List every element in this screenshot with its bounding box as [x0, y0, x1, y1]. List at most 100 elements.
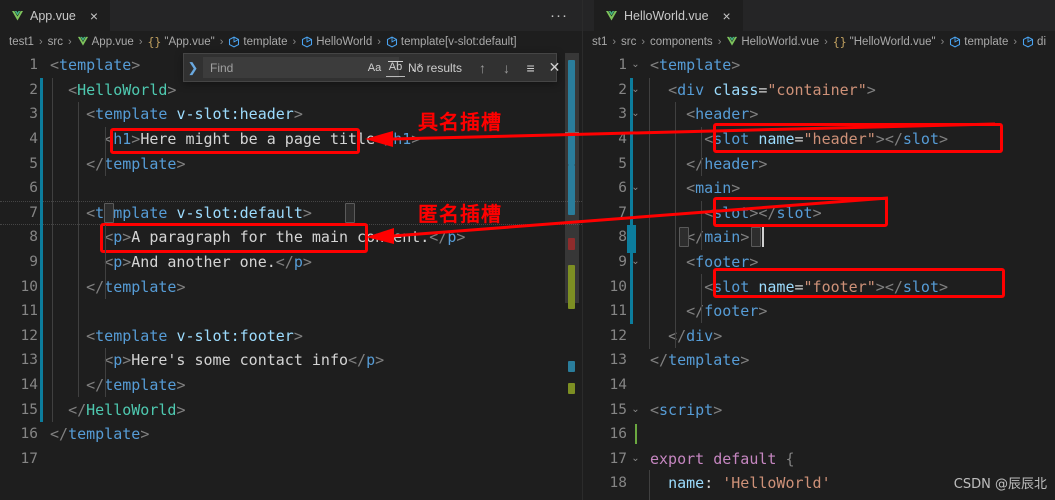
close-icon[interactable]: ×	[721, 9, 733, 23]
chevron-down-icon[interactable]: ⌄	[627, 453, 644, 464]
overview-ruler-left[interactable]	[565, 53, 579, 500]
chevron-down-icon[interactable]: ⌄	[627, 404, 644, 415]
more-icon[interactable]: ···	[550, 7, 568, 24]
text-cursor-secondary	[635, 424, 637, 444]
indent-guide	[78, 102, 79, 398]
breadcrumb-item-app-vue[interactable]: App.vue	[77, 36, 134, 48]
code-line[interactable]: 16 </template>	[0, 422, 582, 447]
previous-match-icon[interactable]: ↑	[472, 58, 493, 78]
code-line[interactable]: 3 ⌄ <header>	[583, 102, 1055, 127]
tabbar-left: App.vue × ···	[0, 0, 582, 31]
vue-icon	[605, 10, 618, 22]
breadcrumb-item-template-v-slot-default-[interactable]: template[v-slot:default]	[386, 36, 517, 48]
line-number: 3	[618, 106, 627, 123]
code-line[interactable]: 8 <p>A paragraph for the main content.</…	[0, 225, 582, 250]
breadcrumb-item-test1[interactable]: test1	[9, 36, 34, 48]
code-line[interactable]: 7 <slot></slot>	[583, 201, 1055, 226]
code-line[interactable]: 14 </template>	[0, 373, 582, 398]
tab-label: App.vue	[30, 8, 76, 23]
breadcrumb-left[interactable]: test1 › src › App.vue › {} "App.vue" › template › H…	[0, 31, 582, 53]
find-results-count: No results	[408, 60, 463, 75]
tab-app-vue[interactable]: App.vue ×	[0, 0, 111, 31]
tabbar-more-actions[interactable]: ···	[550, 0, 582, 31]
breadcrumb-right[interactable]: st1 › src › components › HelloWorld.vue › {} "Hel…	[583, 31, 1055, 53]
match-case-icon[interactable]: Aa	[365, 59, 384, 77]
indent-guide	[105, 225, 106, 300]
code-line[interactable]: 6 ⌄ <main>	[583, 176, 1055, 201]
find-actions[interactable]: ↑ ↓ ≡ ✕	[472, 58, 565, 78]
chevron-right-icon[interactable]: ❯	[184, 60, 202, 76]
code-text: <slot name="footer"></slot>	[704, 277, 949, 296]
ruler-mark	[568, 60, 575, 165]
tab-helloworld-vue[interactable]: HelloWorld.vue ×	[594, 0, 743, 31]
next-match-icon[interactable]: ↓	[496, 58, 517, 78]
vue-icon	[726, 36, 738, 48]
code-editor-left[interactable]: 1 <template> 2 <HelloWorld> 3 <template v-s…	[0, 53, 582, 500]
code-line[interactable]: 6	[0, 176, 582, 201]
code-line[interactable]: 5 </header>	[583, 151, 1055, 176]
breadcrumb-item-label: template	[964, 36, 1009, 48]
code-line[interactable]: 4 <h1>Here might be a page title</h1>	[0, 127, 582, 152]
code-text: <p>A paragraph for the main content.</p>	[104, 228, 466, 247]
code-line[interactable]: 16	[583, 422, 1055, 447]
find-input-wrapper[interactable]: Aa Ab .*	[203, 57, 423, 78]
code-line[interactable]: 17	[0, 447, 582, 472]
breadcrumb-item-src[interactable]: src	[48, 36, 63, 48]
whole-word-icon[interactable]: Ab	[386, 59, 405, 77]
close-icon[interactable]: ✕	[544, 58, 565, 78]
code-line[interactable]: 17 ⌄ export default {	[583, 447, 1055, 472]
chevron-down-icon[interactable]: ⌄	[627, 60, 644, 70]
breadcrumb-item-template[interactable]: template	[949, 36, 1008, 48]
symbol-cube-icon	[301, 36, 313, 48]
line-number: 12	[609, 327, 627, 344]
close-icon[interactable]: ×	[88, 9, 100, 23]
code-line[interactable]: 11	[0, 299, 582, 324]
search-input[interactable]	[210, 60, 365, 75]
code-line[interactable]: 5 </template>	[0, 151, 582, 176]
code-line[interactable]: 10 <slot name="footer"></slot>	[583, 274, 1055, 299]
breadcrumb-item-components[interactable]: components	[650, 36, 713, 48]
code-line[interactable]: 12 <template v-slot:footer>	[0, 324, 582, 349]
code-line[interactable]: 15 ⌄ <script>	[583, 397, 1055, 422]
breadcrumb-item-helloworld[interactable]: HelloWorld	[301, 36, 372, 48]
code-line[interactable]: 8 </main>	[583, 225, 1055, 250]
find-widget[interactable]: ❯ Aa Ab .* No results ↑ ↓ ≡ ✕	[183, 53, 560, 82]
line-number: 15	[609, 401, 627, 418]
code-line[interactable]: 10 </template>	[0, 274, 582, 299]
code-line[interactable]: 9 <p>And another one.</p>	[0, 250, 582, 275]
breadcrumb-item-src[interactable]: src	[621, 36, 636, 48]
code-line[interactable]: 14	[583, 373, 1055, 398]
breadcrumb-item--app-vue-[interactable]: {} "App.vue"	[148, 35, 215, 49]
breadcrumb-item--helloworld-vue-[interactable]: {} "HelloWorld.vue"	[833, 35, 936, 49]
code-text: </template>	[650, 351, 750, 370]
ruler-mark	[568, 238, 575, 250]
breadcrumb-item-template[interactable]: template	[228, 36, 288, 48]
code-line[interactable]: 13 <p>Here's some contact info</p>	[0, 348, 582, 373]
breadcrumb-separator: ›	[219, 36, 224, 48]
code-line[interactable]: 7 <template v-slot:default>	[0, 201, 582, 226]
ruler-mark	[568, 165, 575, 215]
breadcrumb-item-di[interactable]: di	[1022, 36, 1046, 48]
code-line[interactable]: 12 </div>	[583, 324, 1055, 349]
breadcrumb-item-helloworld-vue[interactable]: HelloWorld.vue	[726, 36, 819, 48]
braces-icon: {}	[147, 35, 162, 49]
code-line[interactable]: 9 ⌄ <footer>	[583, 250, 1055, 275]
code-line[interactable]: 4 <slot name="header"></slot>	[583, 127, 1055, 152]
code-editor-right[interactable]: 1 ⌄ <template> 2 ⌄ <div class="container"> 3 ⌄…	[583, 53, 1055, 500]
code-text: <template v-slot:default>	[86, 203, 312, 222]
symbol-cube-icon	[228, 36, 240, 48]
breadcrumb-item-label: di	[1037, 36, 1046, 48]
code-line[interactable]: 3 <template v-slot:header>	[0, 102, 582, 127]
line-number: 7	[29, 204, 38, 221]
breadcrumb-item-label: src	[47, 36, 63, 48]
code-line[interactable]: 11 </footer>	[583, 299, 1055, 324]
code-line[interactable]: 2 ⌄ <div class="container">	[583, 78, 1055, 103]
indent-guide	[649, 77, 650, 349]
breadcrumb-item-label: template	[243, 36, 288, 48]
code-line[interactable]: 13 </template>	[583, 348, 1055, 373]
code-text: <footer>	[686, 253, 759, 272]
find-in-selection-icon[interactable]: ≡	[520, 58, 541, 78]
breadcrumb-item-st1[interactable]: st1	[592, 36, 607, 48]
code-line[interactable]: 15 </HelloWorld>	[0, 397, 582, 422]
code-line[interactable]: 1 ⌄ <template>	[583, 53, 1055, 78]
